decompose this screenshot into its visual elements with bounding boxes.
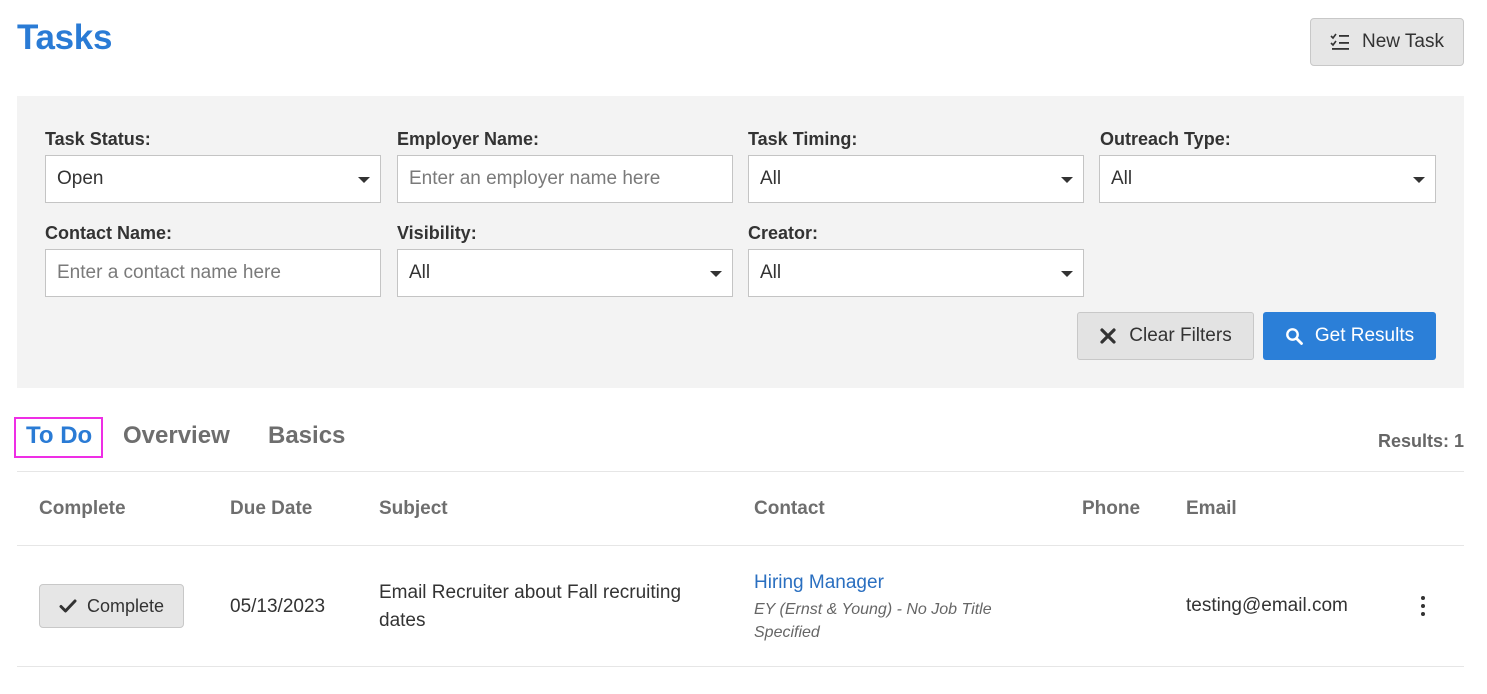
column-header-contact: Contact xyxy=(754,498,825,519)
clear-filters-button[interactable]: Clear Filters xyxy=(1077,312,1254,360)
due-date: 05/13/2023 xyxy=(230,596,326,617)
visibility-value: All xyxy=(409,262,431,283)
filter-panel: Task Status: Open Employer Name: Enter a… xyxy=(17,96,1464,388)
search-icon xyxy=(1285,328,1303,345)
close-icon xyxy=(1100,328,1116,344)
tab-to-do[interactable]: To Do xyxy=(26,422,92,450)
employer-name-input[interactable]: Enter an employer name here xyxy=(397,155,733,203)
page-title: Tasks xyxy=(17,18,113,57)
task-status-label: Task Status: xyxy=(45,129,151,149)
column-header-phone: Phone xyxy=(1082,498,1141,519)
get-results-button[interactable]: Get Results xyxy=(1263,312,1436,360)
task-status-value: Open xyxy=(57,168,104,189)
get-results-label: Get Results xyxy=(1314,325,1415,346)
column-header-due-date: Due Date xyxy=(230,498,313,519)
email-value: testing@email.com xyxy=(1186,595,1348,616)
more-options-icon[interactable] xyxy=(1414,594,1432,618)
task-timing-label: Task Timing: xyxy=(748,129,858,149)
column-header-email: Email xyxy=(1186,498,1237,519)
outreach-type-select[interactable]: All xyxy=(1099,155,1436,203)
tab-overview[interactable]: Overview xyxy=(123,422,230,450)
creator-label: Creator: xyxy=(748,223,819,243)
new-task-button[interactable]: New Task xyxy=(1310,18,1464,66)
task-timing-value: All xyxy=(760,168,782,189)
contact-name-link[interactable]: Hiring Manager xyxy=(754,572,884,594)
checklist-icon xyxy=(1330,33,1349,50)
task-timing-select[interactable]: All xyxy=(748,155,1084,203)
task-subject: Email Recruiter about Fall recruiting da… xyxy=(379,582,682,631)
employer-name-label: Employer Name: xyxy=(397,129,540,149)
column-header-subject: Subject xyxy=(379,498,448,519)
contact-detail: EY (Ernst & Young) - No Job Title Specif… xyxy=(754,601,992,641)
results-count: Results: 1 xyxy=(1377,431,1464,451)
divider xyxy=(17,666,1464,667)
caret-down-icon xyxy=(710,271,722,277)
creator-select[interactable]: All xyxy=(748,249,1084,297)
caret-down-icon xyxy=(1061,177,1073,183)
visibility-select[interactable]: All xyxy=(397,249,733,297)
contact-name-placeholder: Enter a contact name here xyxy=(57,262,281,283)
creator-value: All xyxy=(760,262,782,283)
tab-basics[interactable]: Basics xyxy=(268,422,345,450)
caret-down-icon xyxy=(1061,271,1073,277)
outreach-type-value: All xyxy=(1111,168,1133,189)
new-task-label: New Task xyxy=(1361,31,1444,52)
task-status-select[interactable]: Open xyxy=(45,155,381,203)
visibility-label: Visibility: xyxy=(397,223,477,243)
contact-name-input[interactable]: Enter a contact name here xyxy=(45,249,381,297)
complete-task-button[interactable]: Complete xyxy=(39,584,184,628)
caret-down-icon xyxy=(358,177,370,183)
caret-down-icon xyxy=(1413,177,1425,183)
clear-filters-label: Clear Filters xyxy=(1129,325,1232,346)
check-icon xyxy=(59,599,77,613)
complete-label: Complete xyxy=(86,595,165,616)
employer-name-placeholder: Enter an employer name here xyxy=(409,168,661,189)
outreach-type-label: Outreach Type: xyxy=(1100,129,1231,149)
column-header-complete: Complete xyxy=(39,498,126,519)
divider xyxy=(17,471,1464,472)
divider xyxy=(17,545,1464,546)
contact-name-label: Contact Name: xyxy=(45,223,173,243)
